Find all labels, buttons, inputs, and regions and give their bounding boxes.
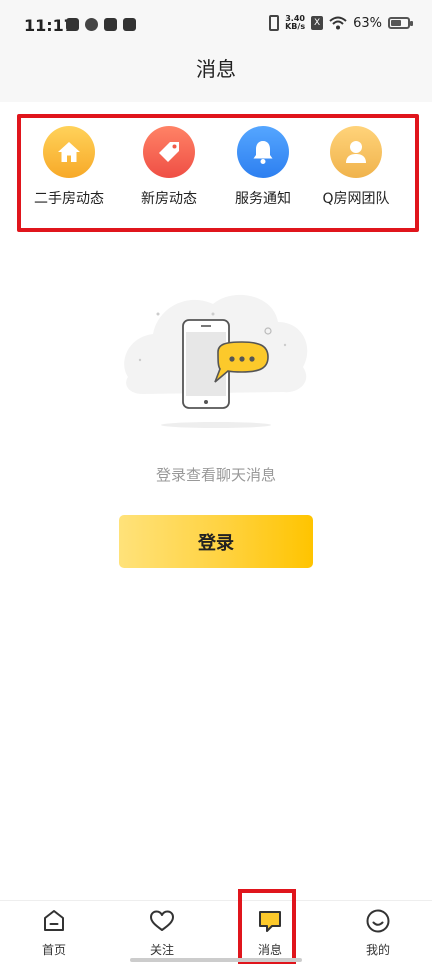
category-qfang-team[interactable]: Q房网团队 <box>316 126 396 208</box>
status-right: 3.40 KB/s X 63% <box>269 15 413 31</box>
empty-state-message: 登录查看聊天消息 <box>155 466 276 484</box>
category-service[interactable]: 服务通知 <box>223 126 303 208</box>
notification-app-icon <box>85 18 98 31</box>
bell-icon <box>237 126 289 178</box>
nav-label: 关注 <box>149 943 174 957</box>
net-speed-unit: KB/s <box>285 22 306 31</box>
category-label: Q房网团队 <box>322 191 390 207</box>
battery-icon <box>388 17 413 29</box>
bottom-nav: 首页 关注 消息 我的 <box>0 900 432 964</box>
notification-app-icon <box>123 18 136 31</box>
category-label: 二手房动态 <box>34 191 104 207</box>
nav-label: 我的 <box>365 943 390 957</box>
nav-messages[interactable]: 消息 <box>240 907 300 958</box>
nav-home[interactable]: 首页 <box>24 907 84 958</box>
home-icon <box>40 907 68 935</box>
message-icon <box>256 907 284 935</box>
nav-label: 首页 <box>41 943 66 957</box>
tiktok-icon <box>104 18 117 31</box>
nav-label: 消息 <box>257 943 282 957</box>
house-icon <box>43 126 95 178</box>
header: 消息 <box>0 52 432 102</box>
network-speed: 3.40 KB/s <box>285 15 305 31</box>
login-button[interactable]: 登录 <box>119 515 313 568</box>
category-second-hand[interactable]: 二手房动态 <box>29 126 109 208</box>
wifi-icon <box>329 16 347 30</box>
notification-app-icon <box>66 18 79 31</box>
chat-illustration <box>124 294 308 428</box>
status-bar: 11:17 3.40 KB/s X 63% <box>0 0 432 52</box>
battery-fill <box>391 20 402 26</box>
home-indicator[interactable] <box>130 958 302 962</box>
vibrate-icon <box>269 15 280 31</box>
nav-mine[interactable]: 我的 <box>348 907 408 958</box>
person-icon <box>330 126 382 178</box>
battery-percent: 63% <box>353 15 382 31</box>
page-title: 消息 <box>196 57 236 81</box>
notification-icons <box>66 18 136 31</box>
nav-follow[interactable]: 关注 <box>132 907 192 958</box>
sim-icon: X <box>311 16 324 30</box>
smiley-icon <box>364 907 392 935</box>
category-label: 新房动态 <box>141 191 197 207</box>
tag-icon <box>143 126 195 178</box>
heart-icon <box>148 907 176 935</box>
category-label: 服务通知 <box>235 191 291 207</box>
category-new-house[interactable]: 新房动态 <box>129 126 209 208</box>
